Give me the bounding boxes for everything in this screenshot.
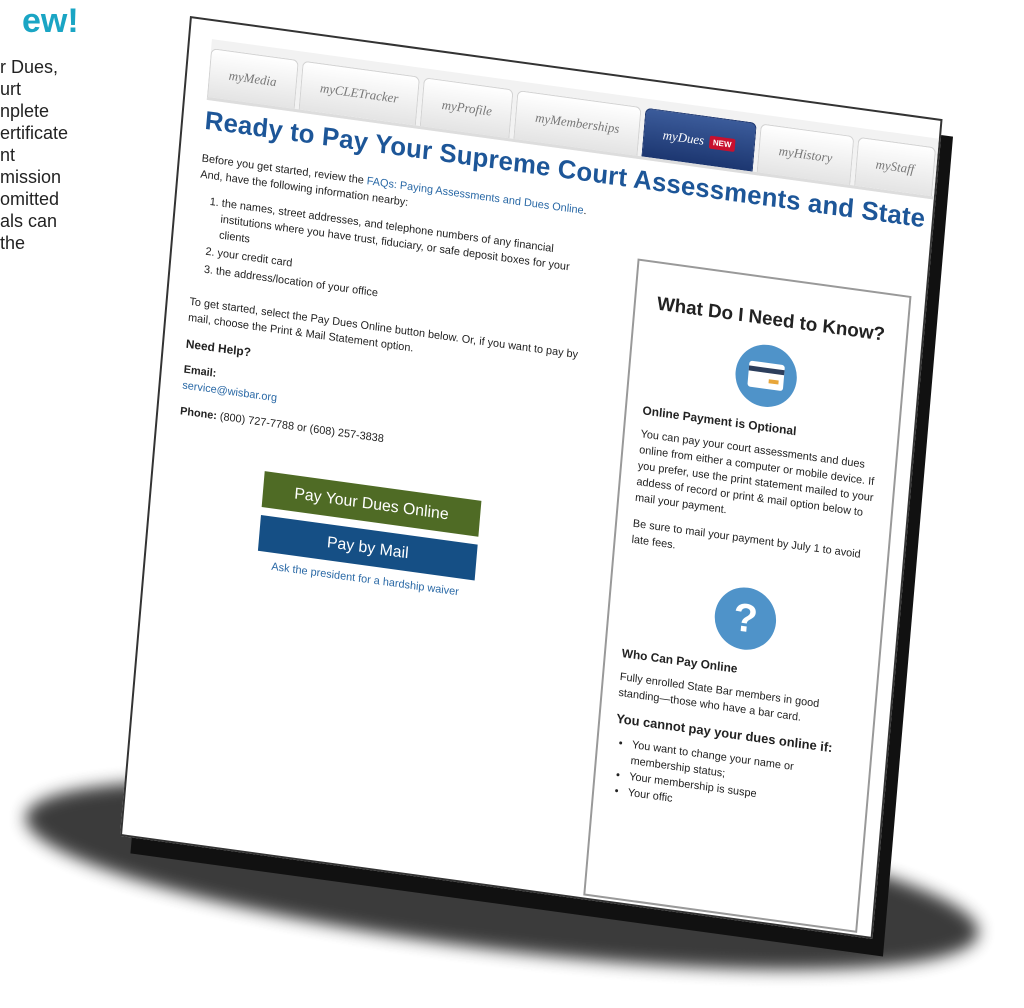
left-page-line: mission	[0, 167, 62, 187]
left-page-line: nplete	[0, 101, 50, 121]
tab-myprofile[interactable]: myProfile	[420, 77, 514, 139]
left-page-line: als can	[0, 211, 58, 231]
left-page-line: omitted	[0, 189, 60, 209]
credit-card-glyph	[747, 360, 785, 391]
tab-mymemberships[interactable]: myMemberships	[513, 90, 642, 156]
email-link[interactable]: service@wisbar.org	[182, 379, 278, 404]
left-page-line: nt	[0, 145, 16, 165]
left-page-line: r Dues,	[0, 57, 59, 77]
dues-instructions: Before you get started, review the FAQs:…	[167, 151, 596, 615]
question-glyph: ?	[731, 594, 760, 642]
tab-label: myProfile	[441, 96, 493, 119]
tab-label: myStaff	[875, 156, 915, 177]
left-page-line: the	[0, 233, 26, 253]
tab-label: myHistory	[778, 143, 833, 166]
tab-label: myCLETracker	[319, 80, 399, 106]
tab-mymedia[interactable]: myMedia	[207, 48, 299, 109]
tab-mydues[interactable]: myDues NEW	[641, 107, 758, 172]
email-label: Email:	[183, 363, 217, 380]
screenshot-paper: myMedia myCLETracker myProfile myMembers…	[119, 16, 943, 940]
tab-label: myMedia	[228, 67, 278, 90]
tab-label: myDues	[662, 127, 705, 148]
tab-label: myMemberships	[534, 109, 621, 137]
tab-mycletracker[interactable]: myCLETracker	[298, 60, 421, 126]
left-page-heading: ew!	[22, 2, 79, 40]
question-mark-icon: ?	[712, 583, 779, 654]
left-page-line: ertificate	[0, 123, 69, 143]
tab-mystaff[interactable]: myStaff	[853, 136, 937, 197]
left-page-text: r Dues, urt nplete ertificate nt mission…	[0, 56, 165, 254]
info-panel: What Do I Need to Know? Online Payment i…	[583, 258, 912, 933]
phone-label: Phone:	[179, 405, 218, 423]
credit-card-icon	[732, 340, 800, 411]
info-panel-title: What Do I Need to Know?	[656, 293, 886, 346]
tab-myhistory[interactable]: myHistory	[757, 123, 855, 185]
new-badge: NEW	[708, 135, 736, 152]
left-page-line: urt	[0, 79, 22, 99]
